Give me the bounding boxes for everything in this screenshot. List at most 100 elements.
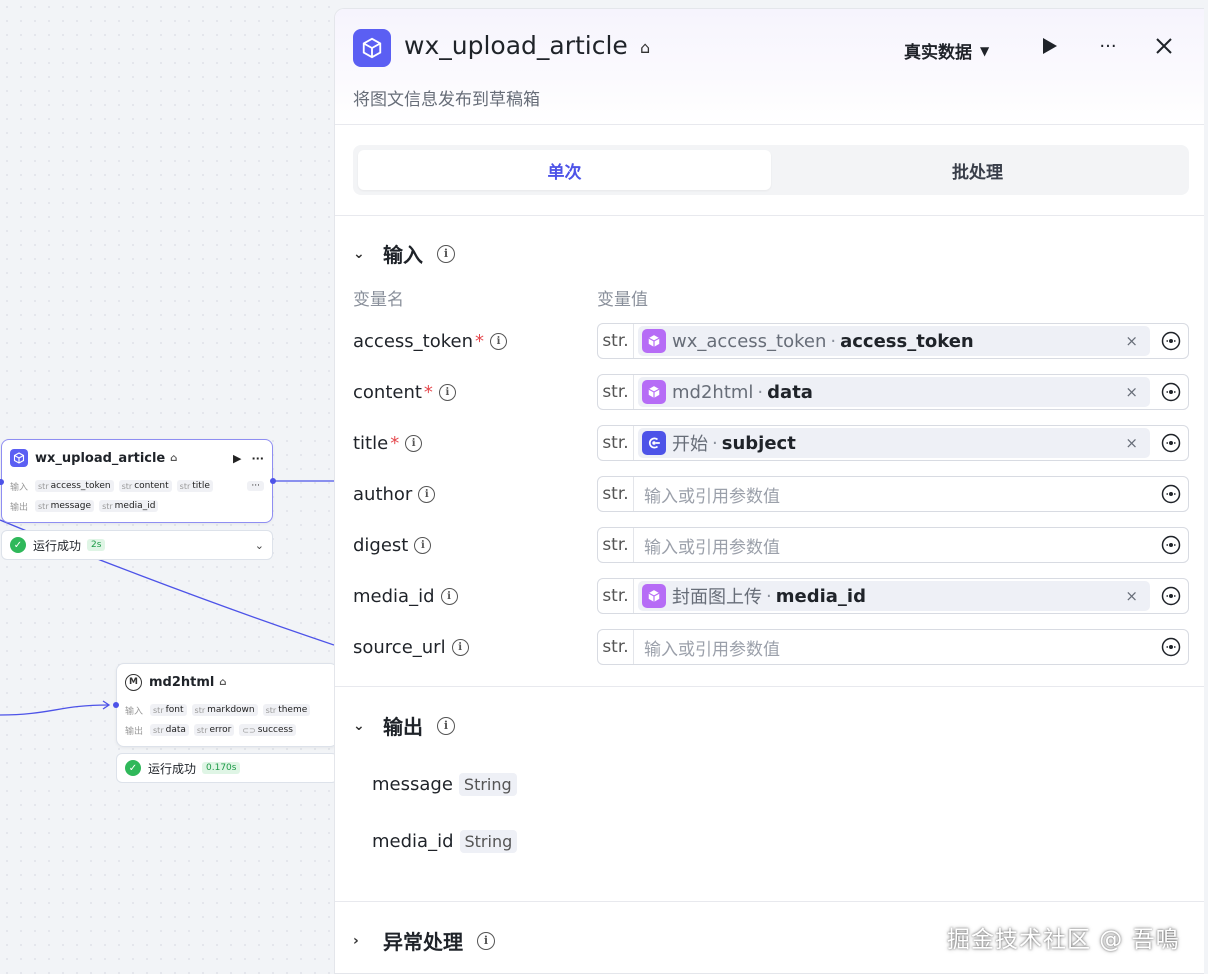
variable-value-field[interactable]: str. 开始 · subject × [597, 425, 1189, 461]
node-output-row: 输出 str message str media_id [2, 496, 272, 516]
library-icon[interactable]: ⌂ [640, 38, 650, 57]
section-divider [335, 901, 1204, 902]
info-icon[interactable]: i [451, 638, 469, 656]
cube-icon [353, 29, 391, 67]
variable-picker-icon[interactable] [1154, 426, 1188, 460]
library-icon: ⌂ [170, 452, 178, 464]
node-wx-upload-article[interactable]: wx_upload_article ⌂ ▶ ··· 输入 str access_t… [1, 439, 273, 523]
tab-batch[interactable]: 批处理 [771, 150, 1184, 190]
output-chip: str media_id [99, 500, 159, 512]
variable-value-field[interactable]: str. 输入或引用参数值 [597, 527, 1189, 563]
node-run-status[interactable]: ✓ 运行成功 2s ⌄ [1, 530, 273, 560]
input-chip: str font [150, 704, 187, 716]
col-variable-name: 变量名 [353, 290, 404, 310]
input-row-author: author i str. 输入或引用参数值 [353, 476, 1189, 512]
more-inputs-chip[interactable]: ··· [247, 481, 264, 491]
clear-icon[interactable]: × [1117, 587, 1146, 605]
info-icon[interactable]: i [414, 536, 432, 554]
node-header: M md2html ⌂ [117, 664, 337, 700]
required-mark: * [475, 330, 484, 352]
variable-picker-icon[interactable] [1154, 528, 1188, 562]
required-mark: * [423, 381, 433, 403]
input-chip: str markdown [191, 704, 258, 716]
info-icon[interactable]: i [405, 434, 423, 452]
variable-value-field[interactable]: str. 封面图上传 · media_id × [597, 578, 1189, 614]
value-input[interactable]: 输入或引用参数值 [634, 635, 1154, 660]
close-icon[interactable] [1149, 31, 1179, 61]
reference-separator: · [766, 585, 772, 607]
watermark: 掘金技术社区 @ 吾鳴 [947, 927, 1180, 953]
run-icon[interactable] [1035, 31, 1065, 61]
variable-value-field[interactable]: str. 输入或引用参数值 [597, 476, 1189, 512]
node-output-row: 输出 str data str error ⊂⊃ success [117, 720, 337, 740]
edge-left-to-md2html [0, 704, 109, 716]
output-section-title: 输出 [383, 715, 423, 739]
reference-chip[interactable]: md2html · data × [638, 377, 1150, 407]
input-chip: str access_token [35, 480, 114, 492]
input-row-media-id: media_id i str. 封面图上传 · media_id × [353, 578, 1189, 614]
node-detail-panel: wx_upload_article ⌂ 将图文信息发布到草稿箱 真实数据 ▼ ·… [334, 8, 1204, 974]
variable-picker-icon[interactable] [1154, 477, 1188, 511]
value-input[interactable]: 输入或引用参数值 [634, 533, 1154, 558]
more-icon[interactable]: ··· [1093, 31, 1123, 61]
exception-section-header[interactable]: › 异常处理 i [353, 926, 495, 955]
reference-chip[interactable]: wx_access_token · access_token × [638, 326, 1150, 356]
data-mode-label: 真实数据 [904, 43, 972, 63]
markdown-icon: M [125, 673, 142, 691]
input-row-digest: digest i str. 输入或引用参数值 [353, 527, 1189, 563]
type-label: str. [598, 426, 634, 460]
output-port[interactable] [270, 478, 276, 484]
node-md2html[interactable]: M md2html ⌂ 输入 str font str markdown str th… [116, 663, 338, 747]
run-mode-tabs: 单次 批处理 [353, 145, 1189, 195]
input-label: 输入 [10, 482, 29, 493]
variable-value-field[interactable]: str. md2html · data × [597, 374, 1189, 410]
run-icon[interactable]: ▶ [233, 452, 241, 465]
output-type-badge: String [459, 830, 518, 853]
input-row-content: content * i str. md2html · data × [353, 374, 1189, 410]
col-variable-value: 变量值 [597, 290, 648, 310]
reference-chip[interactable]: 封面图上传 · media_id × [638, 581, 1150, 611]
clear-icon[interactable]: × [1117, 434, 1146, 452]
info-icon[interactable]: i [437, 716, 455, 735]
chevron-down-icon[interactable]: ⌄ [255, 539, 264, 552]
output-name: media_id [372, 831, 454, 852]
node-run-status[interactable]: ✓ 运行成功 0.170s [116, 753, 338, 783]
node-input-row: 输入 str font str markdown str theme [117, 700, 337, 720]
info-icon[interactable]: i [490, 332, 507, 350]
variable-name: access_token * i [353, 331, 597, 352]
cube-icon [642, 380, 666, 404]
input-port[interactable] [113, 702, 119, 708]
info-icon[interactable]: i [437, 244, 455, 263]
type-label: str. [598, 477, 634, 511]
clear-icon[interactable]: × [1117, 332, 1146, 350]
variable-picker-icon[interactable] [1154, 630, 1188, 664]
reference-field: media_id [775, 585, 866, 607]
value-input[interactable]: 输入或引用参数值 [634, 482, 1154, 507]
panel-header: wx_upload_article ⌂ 将图文信息发布到草稿箱 真实数据 ▼ ·… [335, 9, 1204, 125]
info-icon[interactable]: i [438, 383, 456, 401]
tab-single[interactable]: 单次 [358, 150, 771, 190]
workflow-canvas[interactable]: wx_upload_article ⌂ ▶ ··· 输入 str access_t… [0, 0, 338, 974]
info-icon[interactable]: i [477, 931, 495, 950]
reference-node: wx_access_token [672, 330, 827, 352]
node-actions: ▶ ··· [233, 452, 264, 465]
caret-down-icon: ▼ [980, 43, 990, 58]
library-icon: ⌂ [219, 676, 227, 688]
variable-picker-icon[interactable] [1154, 324, 1188, 358]
more-icon[interactable]: ··· [251, 452, 264, 465]
info-icon[interactable]: i [440, 587, 458, 605]
type-label: str. [598, 324, 634, 358]
info-icon[interactable]: i [418, 485, 436, 503]
data-mode-dropdown[interactable]: 真实数据 ▼ [904, 38, 989, 63]
variable-picker-icon[interactable] [1154, 579, 1188, 613]
input-section-header[interactable]: ⌄ 输入 i [353, 239, 455, 268]
variable-value-field[interactable]: str. 输入或引用参数值 [597, 629, 1189, 665]
output-section-header[interactable]: ⌄ 输出 i [353, 711, 455, 740]
variable-name: digest i [353, 535, 597, 556]
output-chip: ⊂⊃ success [239, 724, 296, 736]
reference-chip[interactable]: 开始 · subject × [638, 428, 1150, 458]
variable-picker-icon[interactable] [1154, 375, 1188, 409]
variable-value-field[interactable]: str. wx_access_token · access_token × [597, 323, 1189, 359]
clear-icon[interactable]: × [1117, 383, 1146, 401]
node-title: md2html [149, 674, 215, 690]
